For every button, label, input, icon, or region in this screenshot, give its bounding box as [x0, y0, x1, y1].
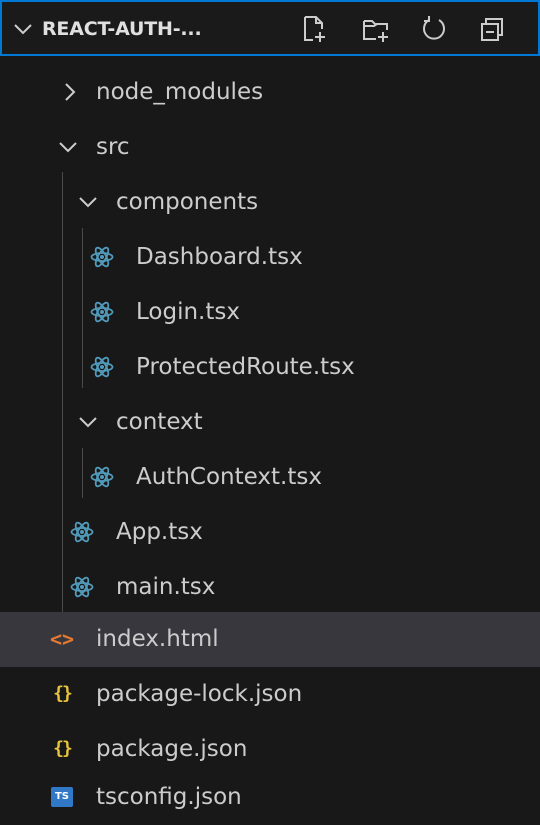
tree-item-auth-context[interactable]: AuthContext.tsx: [0, 450, 540, 505]
chevron-down-icon[interactable]: [56, 135, 80, 159]
tree-item-label: node_modules: [96, 79, 264, 105]
typescript-icon: TS: [50, 785, 74, 809]
explorer-header[interactable]: REACT-AUTH-...: [0, 0, 540, 56]
react-icon: [90, 300, 114, 324]
tree-item-label: ProtectedRoute.tsx: [136, 354, 355, 380]
tree-item-main[interactable]: main.tsx: [0, 560, 540, 615]
tree-item-package-json[interactable]: {} package.json: [0, 722, 540, 777]
react-icon: [90, 465, 114, 489]
explorer-title: REACT-AUTH-...: [42, 18, 202, 40]
chevron-down-icon[interactable]: [76, 410, 100, 434]
tree-item-label: components: [116, 189, 259, 215]
tree-item-index-html[interactable]: <> index.html: [0, 612, 540, 667]
tree-item-label: AuthContext.tsx: [136, 464, 322, 490]
tree-item-label: package.json: [96, 736, 248, 762]
tree-item-protected-route[interactable]: ProtectedRoute.tsx: [0, 340, 540, 395]
tree-item-login[interactable]: Login.tsx: [0, 285, 540, 340]
new-folder-icon[interactable]: [360, 13, 392, 45]
tree-item-label: tsconfig.json: [96, 784, 242, 810]
tree-item-package-lock[interactable]: {} package-lock.json: [0, 667, 540, 722]
react-icon: [90, 245, 114, 269]
tree-item-app[interactable]: App.tsx: [0, 505, 540, 560]
tree-item-label: Login.tsx: [136, 299, 240, 325]
tree-item-node-modules[interactable]: node_modules: [0, 65, 540, 120]
tree-item-label: App.tsx: [116, 519, 203, 545]
tree-item-label: main.tsx: [116, 574, 216, 600]
tree-item-label: package-lock.json: [96, 681, 303, 707]
tree-item-components[interactable]: components: [0, 175, 540, 230]
react-icon: [70, 575, 94, 599]
collapse-all-icon[interactable]: [476, 13, 508, 45]
chevron-right-icon[interactable]: [58, 80, 82, 104]
html-icon: <>: [49, 627, 75, 651]
tree-item-context[interactable]: context: [0, 395, 540, 450]
react-icon: [70, 520, 94, 544]
json-icon: {}: [53, 738, 73, 759]
chevron-down-icon[interactable]: [12, 18, 34, 40]
tree-item-label: context: [116, 409, 203, 435]
tree-item-label: src: [96, 134, 130, 160]
new-file-icon[interactable]: [298, 13, 330, 45]
tree-item-dashboard[interactable]: Dashboard.tsx: [0, 230, 540, 285]
tree-item-label: index.html: [96, 626, 219, 652]
refresh-icon[interactable]: [418, 13, 450, 45]
tree-item-label: Dashboard.tsx: [136, 244, 303, 270]
tree-item-tsconfig[interactable]: TS tsconfig.json: [0, 770, 540, 825]
chevron-down-icon[interactable]: [76, 190, 100, 214]
json-icon: {}: [53, 683, 73, 704]
tree-item-src[interactable]: src: [0, 120, 540, 175]
react-icon: [90, 355, 114, 379]
